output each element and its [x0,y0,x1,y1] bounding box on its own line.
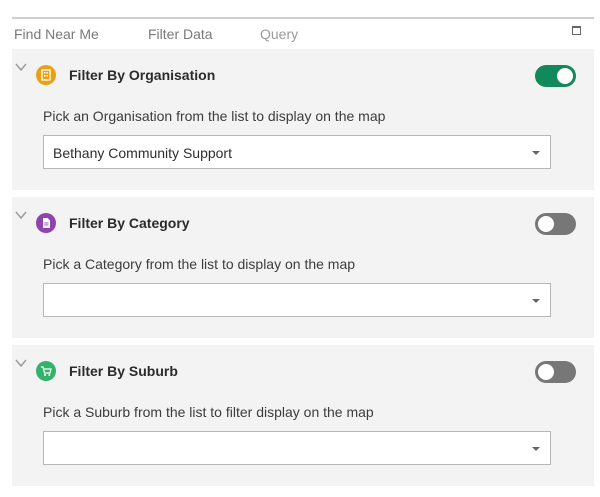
filter-description: Pick an Organisation from the list to di… [43,108,386,124]
organisation-select[interactable]: Bethany Community Support [43,135,551,169]
filter-panel-organisation: Filter By Organisation Pick an Organisat… [12,49,594,190]
caret-down-icon [532,151,540,155]
toggle-knob [557,68,573,84]
organisation-toggle[interactable] [535,65,576,87]
header-divider [12,17,594,19]
suburb-toggle[interactable] [535,361,576,383]
category-toggle[interactable] [535,213,576,235]
filter-title: Filter By Category [69,215,190,231]
cart-icon [36,361,56,381]
suburb-select[interactable] [43,431,551,465]
tab-query[interactable]: Query [260,24,298,44]
filter-description: Pick a Suburb from the list to filter di… [43,404,374,420]
filter-panel-suburb: Filter By Suburb Pick a Suburb from the … [12,345,594,486]
filter-panel-category: Filter By Category Pick a Category from … [12,197,594,338]
chevron-down-icon[interactable] [15,209,27,221]
caret-down-icon [532,447,540,451]
building-icon [36,65,56,85]
chevron-down-icon[interactable] [15,357,27,369]
category-select[interactable] [43,283,551,317]
document-icon [36,213,56,233]
organisation-select-value: Bethany Community Support [53,145,232,161]
toggle-knob [538,216,554,232]
tab-find-near-me[interactable]: Find Near Me [14,24,99,44]
maximize-icon[interactable] [572,26,581,35]
filter-title: Filter By Suburb [69,363,178,379]
caret-down-icon [532,299,540,303]
chevron-down-icon[interactable] [15,61,27,73]
filter-description: Pick a Category from the list to display… [43,256,356,272]
tab-filter-data[interactable]: Filter Data [148,24,213,44]
toggle-knob [538,364,554,380]
filter-title: Filter By Organisation [69,67,216,83]
widget-tabs: Find Near Me Filter Data Query [14,24,594,44]
